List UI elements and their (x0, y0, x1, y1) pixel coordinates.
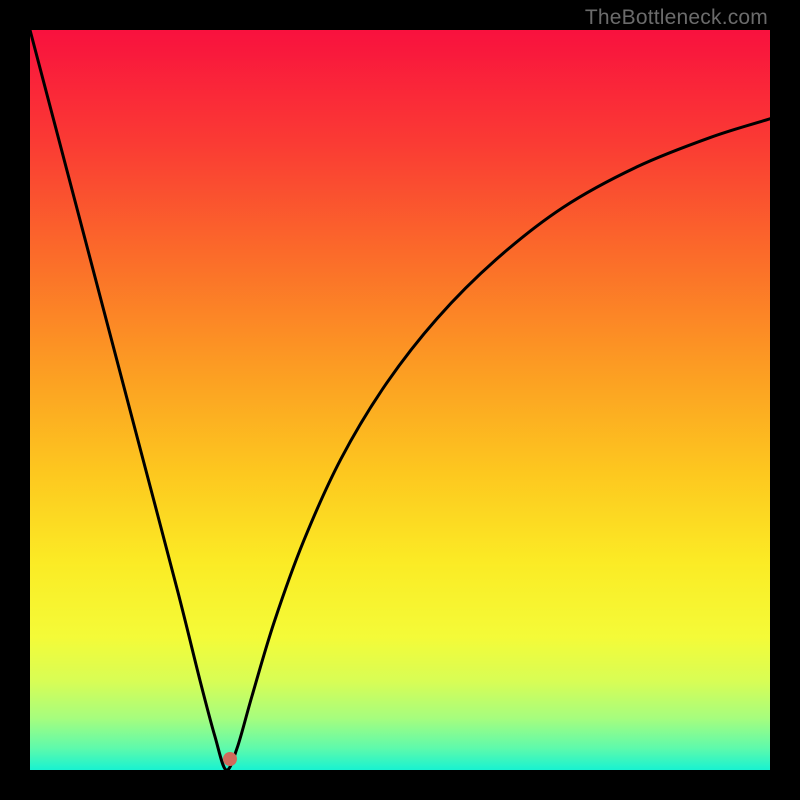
minimum-marker-dot (223, 752, 237, 766)
watermark-text: TheBottleneck.com (585, 6, 768, 30)
plot-area (30, 30, 770, 770)
chart-frame: TheBottleneck.com (0, 0, 800, 800)
bottleneck-curve (30, 30, 770, 770)
